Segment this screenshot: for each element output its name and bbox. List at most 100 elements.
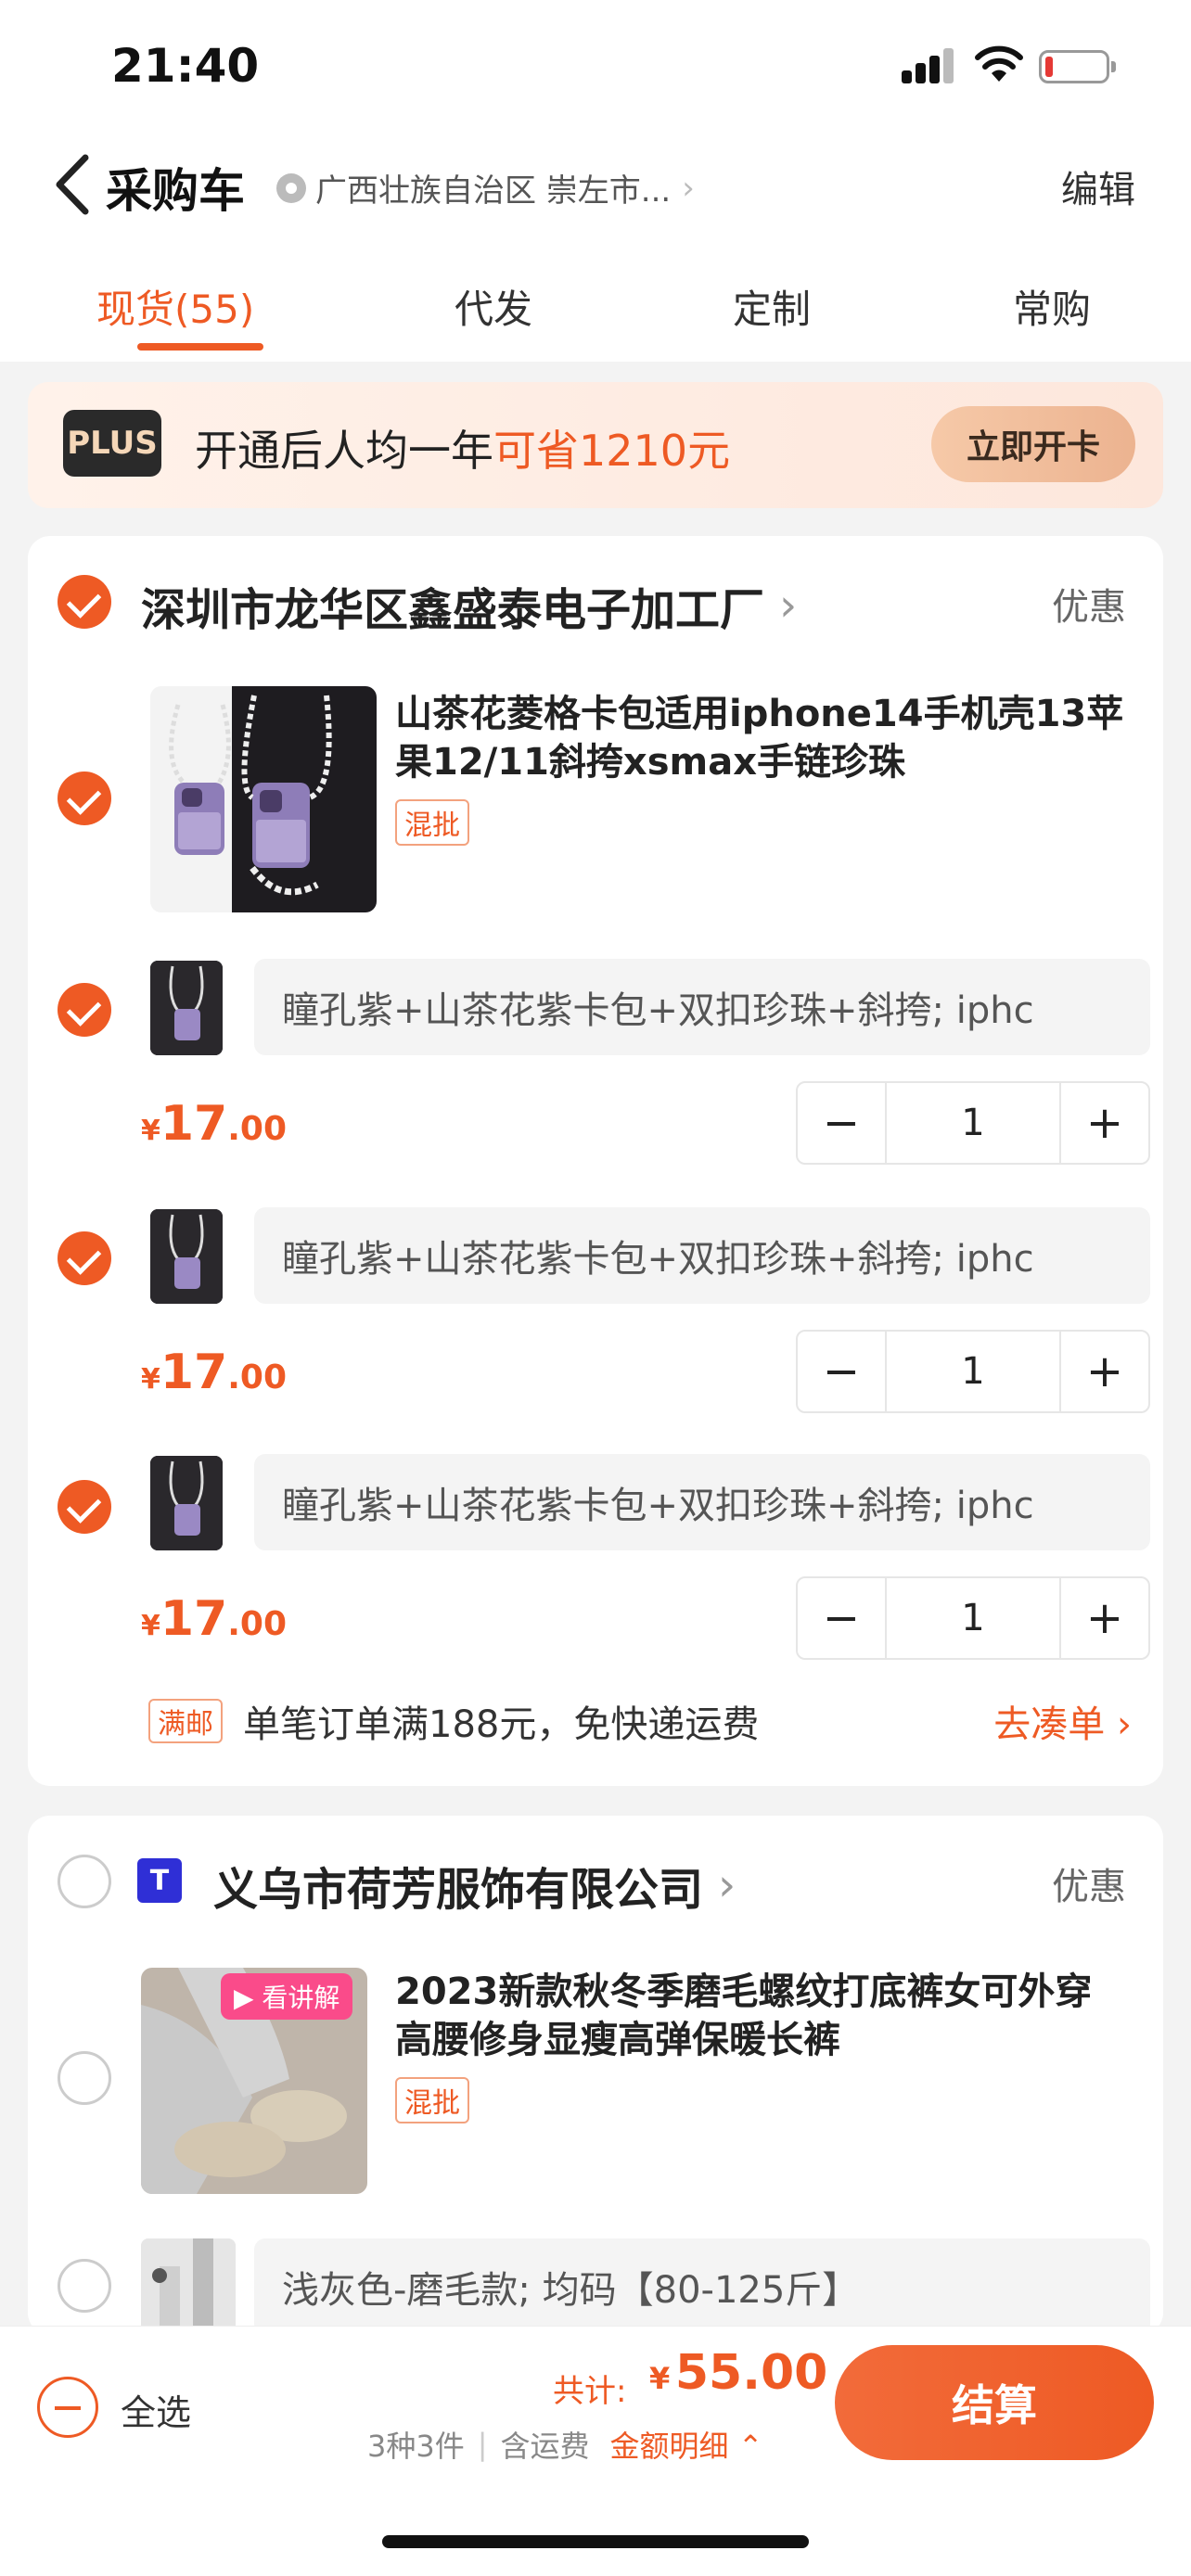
variant-checkbox[interactable] — [58, 983, 111, 1037]
price-integer: 17 — [160, 1591, 228, 1647]
divider: | — [477, 2427, 488, 2462]
total-value: 55.00 — [674, 2345, 828, 2401]
plus-banner-text: 开通后人均一年可省1210元 — [195, 417, 730, 478]
shop-name-text: 深圳市龙华区鑫盛泰电子加工厂 — [141, 584, 765, 636]
tab-frequent[interactable]: 常购 — [1013, 278, 1091, 335]
variant-checkbox[interactable] — [58, 1480, 111, 1534]
tab-bar: 现货(55) 代发 定制 常购 — [0, 241, 1191, 362]
price-decimal: .00 — [227, 1358, 288, 1396]
plus-banner-savings: 可省1210元 — [493, 426, 731, 476]
delivery-location[interactable]: 广西壮族自治区 崇左市... › — [276, 165, 695, 210]
shop-promo-button[interactable]: 优惠 — [1052, 1856, 1126, 1910]
home-indicator — [382, 2535, 809, 2548]
shop-checkbox[interactable] — [58, 575, 111, 629]
battery-icon — [1039, 50, 1116, 83]
shipping-included: 含运费 — [500, 2429, 590, 2464]
select-all-checkbox[interactable] — [37, 2377, 98, 2438]
shop-logo-icon: T — [137, 1858, 182, 1903]
mixed-batch-tag: 混批 — [395, 2077, 469, 2123]
location-text: 广西壮族自治区 崇左市... — [315, 172, 672, 210]
amount-detail-toggle[interactable]: 金额明细 ⌃ — [610, 2423, 763, 2466]
plus-badge: PLUS — [63, 410, 161, 477]
edit-button[interactable]: 编辑 — [1061, 159, 1135, 213]
tab-active-indicator — [137, 343, 263, 351]
add-more-items-link[interactable]: 去凑单 › — [993, 1694, 1132, 1748]
variant-checkbox[interactable] — [58, 2259, 111, 2313]
quantity-stepper: − 1 + — [796, 1330, 1150, 1413]
product-image[interactable]: ▶ 看讲解 — [141, 1968, 367, 2194]
plus-banner-prefix: 开通后人均一年 — [195, 426, 493, 476]
plus-membership-banner[interactable]: PLUS 开通后人均一年可省1210元 立即开卡 — [28, 382, 1163, 508]
decrement-button[interactable]: − — [798, 1578, 885, 1658]
variant-checkbox[interactable] — [58, 1231, 111, 1285]
tab-custom[interactable]: 定制 — [733, 278, 811, 335]
total-label: 共计: — [553, 2373, 627, 2410]
status-bar: 21:40 — [0, 0, 1191, 130]
select-all-label[interactable]: 全选 — [121, 2384, 191, 2435]
order-summary: 3种3件 | 含运费 金额明细 ⌃ — [367, 2423, 763, 2466]
mixed-batch-tag: 混批 — [395, 799, 469, 846]
back-icon[interactable] — [48, 152, 104, 217]
status-time: 21:40 — [111, 39, 260, 93]
checkout-button[interactable]: 结算 — [835, 2345, 1154, 2460]
shop-name[interactable]: 深圳市龙华区鑫盛泰电子加工厂 › — [141, 573, 797, 638]
page-title: 采购车 — [106, 164, 245, 218]
variant-spec-selector[interactable]: 瞳孔紫+山茶花紫卡包+双扣珍珠+斜挎; iphc — [254, 1207, 1150, 1304]
shop-card: 深圳市龙华区鑫盛泰电子加工厂 › 优惠 山茶花菱格卡包适用iphone14手机壳… — [28, 536, 1163, 1786]
variant-spec-selector[interactable]: 瞳孔紫+山茶花紫卡包+双扣珍珠+斜挎; iphc — [254, 1454, 1150, 1550]
price-decimal: .00 — [227, 1110, 288, 1148]
shop-name[interactable]: 义乌市荷芳服饰有限公司 › — [213, 1853, 736, 1918]
chevron-right-icon: › — [718, 1859, 736, 1911]
variant-price: ¥17.00 — [141, 1591, 287, 1647]
quantity-value[interactable]: 1 — [885, 1083, 1061, 1163]
tab-in-stock[interactable]: 现货(55) — [96, 278, 254, 335]
price-decimal: .00 — [227, 1605, 288, 1643]
product-title[interactable]: 2023新款秋冬季磨毛螺纹打底裤女可外穿高腰修身显瘦高弹保暖长裤 — [395, 1968, 1128, 2064]
navigation-bar: 采购车 广西壮族自治区 崇左市... › 编辑 — [0, 130, 1191, 241]
price-integer: 17 — [160, 1096, 228, 1152]
product-checkbox[interactable] — [58, 2051, 111, 2105]
wifi-icon — [974, 45, 1024, 87]
chevron-right-icon: › — [779, 580, 798, 631]
decrement-button[interactable]: − — [798, 1083, 885, 1163]
variant-spec-selector[interactable]: 浅灰色-磨毛款; 均码【80-125斤】 — [254, 2238, 1150, 2335]
price-integer: 17 — [160, 1345, 228, 1400]
quantity-stepper: − 1 + — [796, 1081, 1150, 1165]
product-checkbox[interactable] — [58, 772, 111, 825]
increment-button[interactable]: + — [1061, 1083, 1148, 1163]
signal-icon — [902, 48, 954, 83]
shop-checkbox[interactable] — [58, 1855, 111, 1908]
total-currency: ¥ — [649, 2361, 671, 2396]
shop-name-text: 义乌市荷芳服饰有限公司 — [213, 1864, 704, 1916]
quantity-value[interactable]: 1 — [885, 1578, 1061, 1658]
variant-thumbnail — [141, 2238, 236, 2335]
free-shipping-tag: 满邮 — [148, 1699, 223, 1743]
increment-button[interactable]: + — [1061, 1578, 1148, 1658]
quantity-value[interactable]: 1 — [885, 1332, 1061, 1411]
currency-symbol: ¥ — [141, 1115, 160, 1147]
free-shipping-text: 单笔订单满188元，免快递运费 — [243, 1703, 760, 1746]
variant-thumbnail — [150, 1209, 223, 1304]
increment-button[interactable]: + — [1061, 1332, 1148, 1411]
variant-price: ¥17.00 — [141, 1096, 287, 1152]
open-card-button[interactable]: 立即开卡 — [931, 406, 1135, 482]
shop-card: T 义乌市荷芳服饰有限公司 › 优惠 ▶ 看讲解 2023新款秋冬季磨毛螺纹打底… — [28, 1816, 1163, 2335]
variant-spec-selector[interactable]: 瞳孔紫+山茶花紫卡包+双扣珍珠+斜挎; iphc — [254, 959, 1150, 1055]
product-image[interactable] — [150, 686, 377, 912]
item-count: 3种3件 — [367, 2429, 465, 2464]
free-shipping-row: 满邮 单笔订单满188元，免快递运费 去凑单 › — [148, 1693, 1132, 1749]
variant-thumbnail — [150, 1456, 223, 1550]
currency-symbol: ¥ — [141, 1610, 160, 1642]
chevron-right-icon: › — [682, 169, 695, 207]
total-amount: ¥ 55.00 — [649, 2345, 827, 2401]
watch-explanation-badge[interactable]: ▶ 看讲解 — [221, 1973, 353, 2020]
product-title[interactable]: 山茶花菱格卡包适用iphone14手机壳13苹果12/11斜挎xsmax手链珍珠 — [395, 690, 1128, 786]
variant-thumbnail — [150, 961, 223, 1055]
decrement-button[interactable]: − — [798, 1332, 885, 1411]
currency-symbol: ¥ — [141, 1363, 160, 1396]
quantity-stepper: − 1 + — [796, 1576, 1150, 1660]
variant-price: ¥17.00 — [141, 1345, 287, 1400]
shop-promo-button[interactable]: 优惠 — [1052, 577, 1126, 631]
location-pin-icon — [276, 172, 306, 203]
tab-dropship[interactable]: 代发 — [455, 278, 532, 335]
